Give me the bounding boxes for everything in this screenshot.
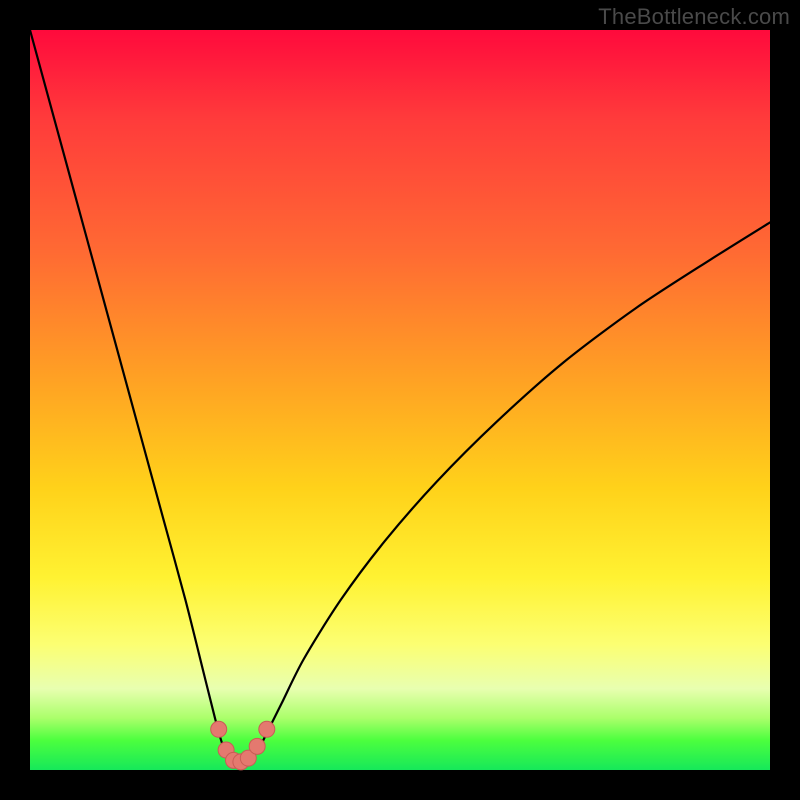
curve-markers xyxy=(211,721,275,770)
chart-svg xyxy=(30,30,770,770)
curve-marker xyxy=(211,721,227,737)
curve-marker xyxy=(249,738,265,754)
chart-frame: TheBottleneck.com xyxy=(0,0,800,800)
bottleneck-curve xyxy=(30,30,770,763)
curve-marker xyxy=(259,721,275,737)
watermark-text: TheBottleneck.com xyxy=(598,4,790,30)
plot-area xyxy=(30,30,770,770)
